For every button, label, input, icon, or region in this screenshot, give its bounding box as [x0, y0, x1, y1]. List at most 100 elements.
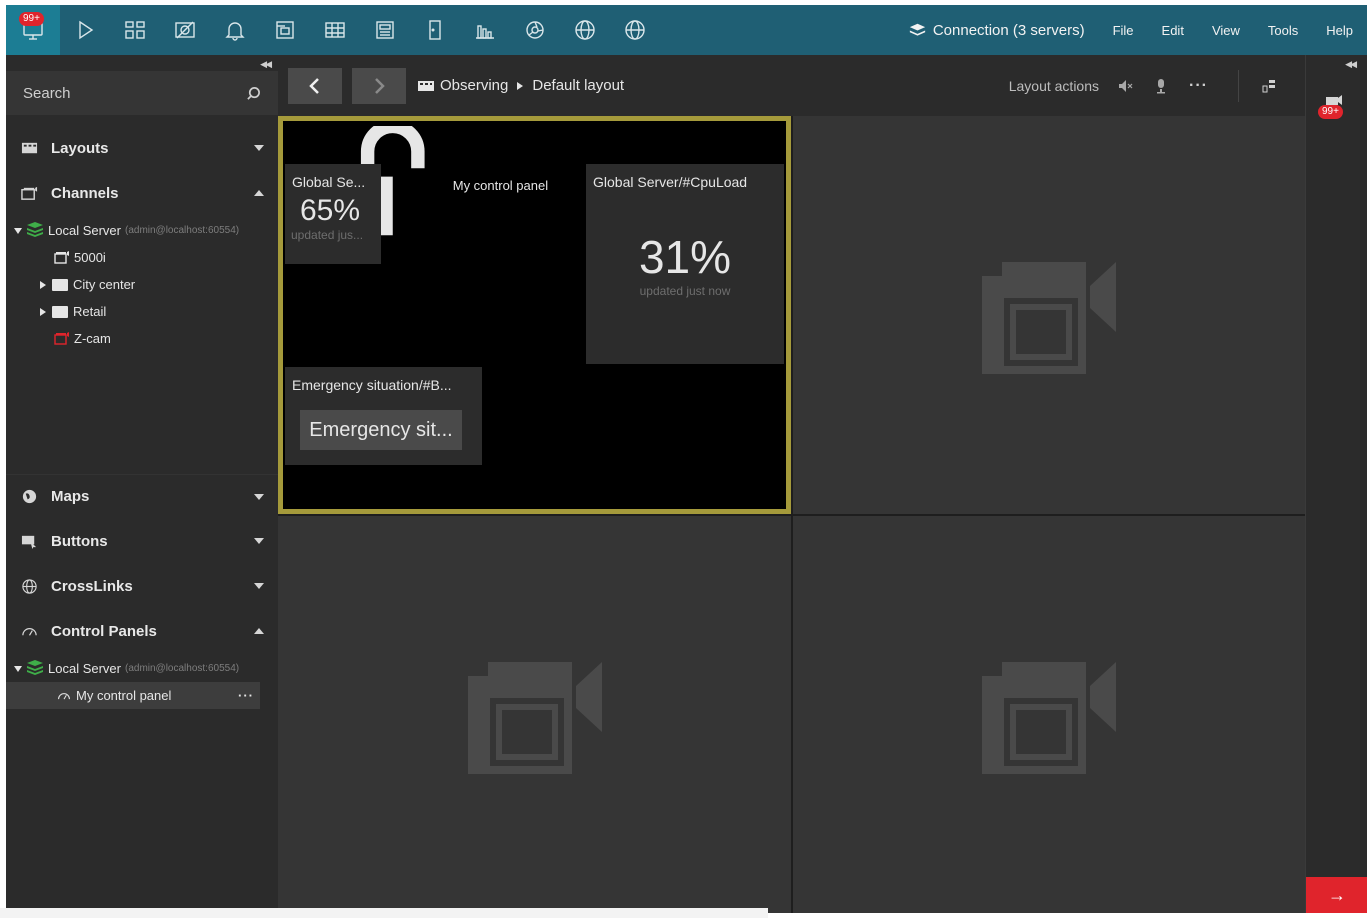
forward-button[interactable] — [352, 67, 406, 104]
top-toolbar: 99+ Connection (3 servers) File Edit Vie… — [6, 5, 1367, 55]
tile-value: 65% — [300, 194, 361, 227]
expand-events-button[interactable]: → — [1306, 877, 1367, 913]
horizontal-scrollbar[interactable] — [0, 908, 768, 918]
chevron-up-icon[interactable] — [254, 628, 264, 634]
folder-icon — [52, 305, 68, 318]
expand-arrow-icon[interactable] — [40, 307, 46, 316]
tile-cpu-load[interactable]: Global Server/#CpuLoad 31% updated just … — [586, 164, 784, 364]
expand-arrow-icon[interactable] — [14, 227, 22, 234]
menu-help[interactable]: Help — [1312, 23, 1367, 38]
tree-channel-5000i[interactable]: 5000i — [6, 244, 278, 271]
right-rail: ◀◀ 99+ → — [1305, 55, 1367, 913]
control-panels-tree: Local Server (admin@localhost:60554) My … — [6, 655, 278, 709]
www-globe-icon-2[interactable] — [610, 5, 660, 55]
section-crosslinks[interactable]: CrossLinks — [6, 564, 278, 608]
search-icon[interactable] — [246, 86, 261, 101]
monitor-icon[interactable]: 99+ — [6, 5, 60, 55]
section-channels[interactable]: Channels — [6, 171, 278, 215]
tile-value: 31% — [638, 231, 732, 283]
aperture-icon[interactable] — [510, 5, 560, 55]
tile-updated: updated jus... — [291, 228, 364, 242]
grid-layout-icon[interactable] — [1261, 78, 1277, 94]
archive-icon[interactable] — [260, 5, 310, 55]
bell-icon[interactable] — [210, 5, 260, 55]
chevron-down-icon[interactable] — [254, 538, 264, 544]
control-panel-cell[interactable]: ✕ My control panel Global Se... 65% upda… — [278, 116, 791, 514]
tree-folder-retail[interactable]: Retail — [6, 298, 278, 325]
tree-server-local[interactable]: Local Server (admin@localhost:60554) — [6, 217, 278, 244]
connection-status[interactable]: Connection (3 servers) — [909, 22, 1085, 39]
section-maps-label: Maps — [51, 488, 90, 505]
emergency-button[interactable]: Emergency sit... — [300, 410, 462, 450]
chevron-up-icon[interactable] — [254, 190, 264, 196]
calendar-grid-icon[interactable] — [360, 5, 410, 55]
section-layouts[interactable]: Layouts — [6, 126, 278, 170]
chevron-down-icon[interactable] — [254, 583, 264, 589]
tree-server-local-panels[interactable]: Local Server (admin@localhost:60554) — [6, 655, 278, 682]
section-control-panels-label: Control Panels — [51, 622, 157, 640]
microphone-icon[interactable] — [1153, 78, 1169, 94]
tile-emergency[interactable]: Emergency situation/#B... Emergency sit.… — [285, 367, 482, 465]
layout-actions-button[interactable]: Layout actions — [1009, 78, 1099, 94]
breadcrumb: Observing Default layout — [418, 77, 624, 94]
section-maps[interactable]: Maps — [6, 474, 278, 518]
alerts-button[interactable]: 99+ — [1314, 91, 1350, 127]
tile-title: Global Server/#CpuLoad — [593, 174, 748, 190]
tile-updated: updated just now — [639, 284, 731, 298]
table-icon[interactable] — [310, 5, 360, 55]
tile-global-server-1[interactable]: Global Se... 65% updated jus... — [285, 164, 381, 264]
play-icon[interactable] — [60, 5, 110, 55]
collapse-sidebar-icon[interactable]: ◀◀ — [260, 59, 272, 70]
navigation-bar: Observing Default layout Layout actions … — [278, 55, 1305, 116]
chevron-down-icon[interactable] — [254, 493, 264, 500]
server-name: Local Server — [48, 223, 121, 238]
chevron-left-icon — [309, 77, 319, 94]
breadcrumb-separator-icon — [517, 81, 524, 90]
camera-offline-icon — [54, 332, 69, 345]
tile-title: Emergency situation/#B... — [292, 377, 452, 393]
video-cell-empty[interactable] — [793, 516, 1305, 913]
server-address: (admin@localhost:60554) — [124, 663, 240, 674]
more-options-icon[interactable]: ··· — [1189, 77, 1208, 95]
no-camera-icon[interactable] — [160, 5, 210, 55]
menu-view[interactable]: View — [1198, 23, 1254, 38]
expand-arrow-icon[interactable] — [40, 280, 46, 289]
layout-grid-icon[interactable] — [110, 5, 160, 55]
search-input[interactable]: Search — [23, 85, 246, 102]
menu-file[interactable]: File — [1099, 23, 1148, 38]
chevron-right-icon — [375, 77, 385, 94]
channel-label: 5000i — [74, 250, 106, 265]
video-grid: ✕ My control panel Global Se... 65% upda… — [278, 116, 1305, 913]
section-control-panels[interactable]: Control Panels — [6, 609, 278, 653]
menu-tools[interactable]: Tools — [1254, 23, 1312, 38]
tree-item-my-control-panel[interactable]: My control panel ··· — [6, 682, 260, 709]
panel-title: My control panel — [452, 177, 549, 193]
expand-arrow-icon[interactable] — [14, 665, 22, 672]
section-buttons[interactable]: Buttons — [6, 519, 278, 563]
breadcrumb-default-layout[interactable]: Default layout — [532, 77, 624, 94]
video-cell-empty[interactable] — [793, 116, 1305, 514]
video-cell-empty[interactable] — [278, 516, 791, 913]
search-field[interactable]: Search — [6, 71, 278, 115]
folder-label: City center — [73, 277, 136, 292]
tree-folder-city-center[interactable]: City center — [6, 271, 278, 298]
buttons-icon — [20, 532, 38, 550]
tree-channel-z-cam[interactable]: Z-cam — [6, 325, 278, 352]
camera-placeholder-icon — [467, 661, 602, 774]
gauge-icon — [58, 692, 70, 699]
back-button[interactable] — [288, 67, 342, 104]
collapse-rail-icon[interactable]: ◀◀ — [1345, 59, 1357, 70]
speaker-mute-icon[interactable] — [1117, 78, 1133, 94]
door-icon[interactable] — [410, 5, 460, 55]
camera-placeholder-icon — [982, 262, 1116, 374]
more-options-icon[interactable]: ··· — [238, 688, 254, 703]
connection-label: Connection (3 servers) — [932, 21, 1085, 39]
section-buttons-label: Buttons — [51, 532, 108, 550]
layout-icon — [418, 80, 434, 91]
www-globe-icon[interactable] — [560, 5, 610, 55]
chevron-down-icon[interactable] — [254, 145, 264, 151]
breadcrumb-observing[interactable]: Observing — [440, 77, 508, 94]
tile-title: Global Se... — [292, 174, 366, 190]
bar-chart-icon[interactable] — [460, 5, 510, 55]
menu-edit[interactable]: Edit — [1148, 23, 1198, 38]
